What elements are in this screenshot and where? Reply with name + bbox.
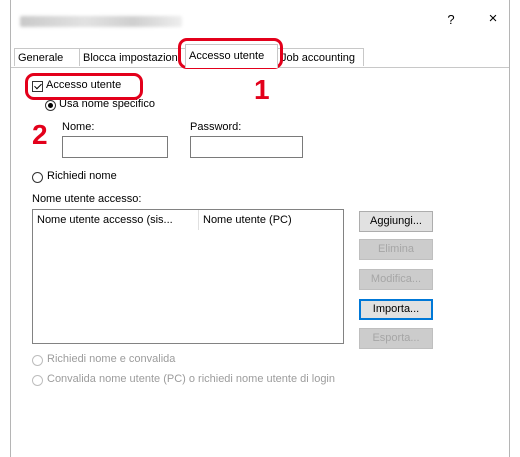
nome-input[interactable] — [62, 136, 168, 158]
title-bar: ? × — [11, 0, 509, 40]
column-header-pc-name[interactable]: Nome utente (PC) — [199, 210, 339, 230]
tab-generale[interactable]: Generale — [14, 48, 80, 66]
login-list-label: Nome utente accesso: — [32, 193, 142, 205]
window-title-obscured — [20, 16, 182, 27]
callout-box-checkbox — [25, 73, 143, 100]
tab-blocca-impostazioni[interactable]: Blocca impostazioni — [79, 48, 186, 66]
close-button[interactable]: × — [481, 10, 505, 27]
accesso-utente-panel: Accesso utente Usa nome specifico Nome: … — [11, 68, 509, 457]
export-button[interactable]: Esporta... — [359, 328, 433, 349]
richiedi-nome-radio[interactable] — [32, 172, 43, 183]
richiedi-nome-label: Richiedi nome — [47, 170, 117, 182]
column-header-login-name[interactable]: Nome utente accesso (sis... — [33, 210, 198, 230]
login-users-list[interactable]: Nome utente accesso (sis... Nome utente … — [32, 209, 344, 344]
step-number-2: 2 — [32, 119, 48, 150]
richiedi-nome-convalida-label: Richiedi nome e convalida — [47, 353, 176, 365]
usa-nome-specifico-radio[interactable] — [45, 100, 56, 111]
tab-job-accounting[interactable]: Job accounting — [277, 48, 364, 66]
tab-accesso-utente[interactable]: Accesso utente — [185, 44, 278, 68]
richiedi-nome-convalida-radio[interactable] — [32, 355, 43, 366]
password-input[interactable] — [190, 136, 303, 158]
step-number-1: 1 — [254, 74, 270, 105]
password-label: Password: — [190, 121, 242, 133]
add-button[interactable]: Aggiungi... — [359, 211, 433, 232]
convalida-nome-pc-radio[interactable] — [32, 375, 43, 386]
import-button[interactable]: Importa... — [359, 299, 433, 320]
delete-button[interactable]: Elimina — [359, 239, 433, 260]
modify-button[interactable]: Modifica... — [359, 269, 433, 290]
help-button[interactable]: ? — [441, 12, 461, 27]
convalida-nome-pc-label: Convalida nome utente (PC) o richiedi no… — [47, 373, 335, 385]
nome-label: Nome: — [62, 121, 95, 133]
tab-strip: Generale Blocca impostazioni Accesso ute… — [11, 44, 509, 68]
